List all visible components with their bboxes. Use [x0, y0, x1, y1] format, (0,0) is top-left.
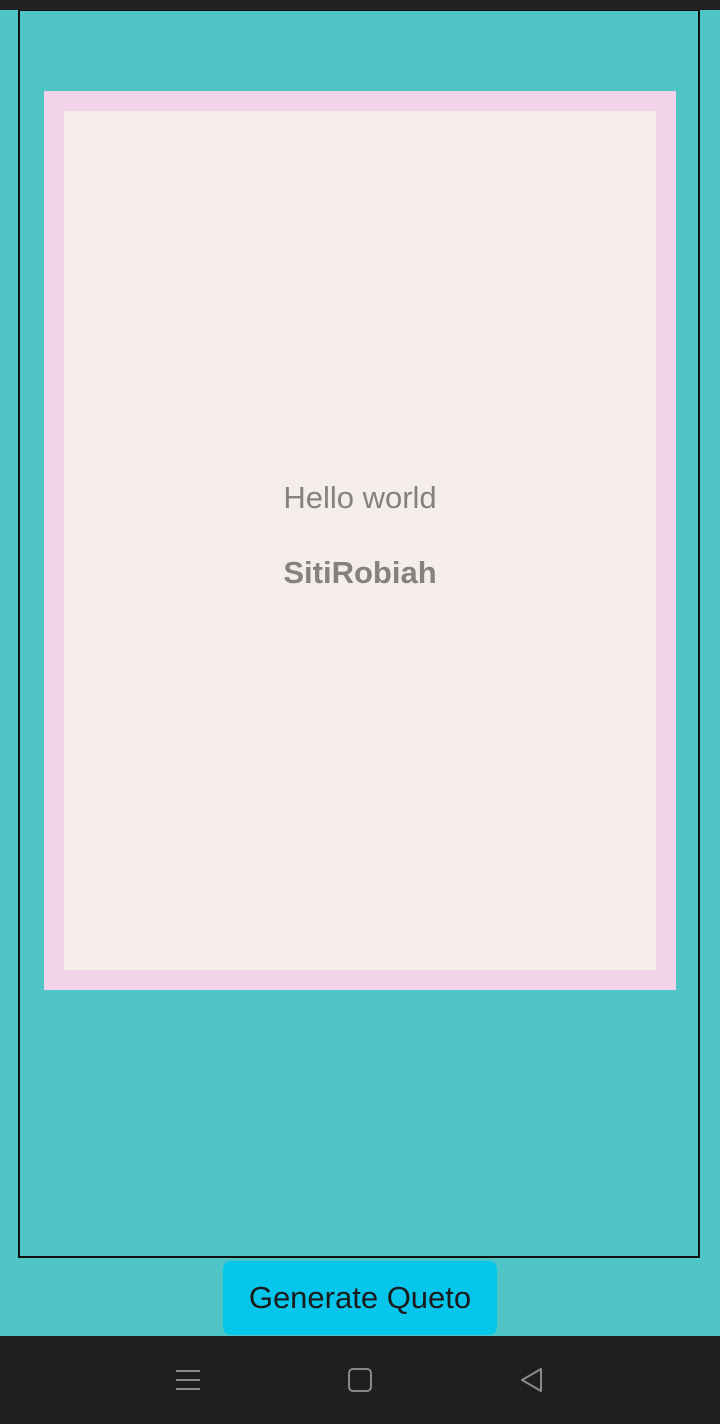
quote-card: Hello world SitiRobiah: [44, 91, 676, 990]
generate-quote-button[interactable]: Generate Queto: [223, 1261, 497, 1335]
home-icon: [348, 1368, 372, 1392]
back-icon: [521, 1368, 542, 1392]
nav-back-button[interactable]: [512, 1364, 552, 1396]
nav-home-button[interactable]: [340, 1364, 380, 1396]
system-navigation-bar: [0, 1336, 720, 1424]
quote-author: SitiRobiah: [283, 555, 437, 590]
nav-menu-button[interactable]: [168, 1364, 208, 1396]
quote-text: Hello world: [283, 480, 437, 515]
menu-icon: [176, 1370, 200, 1390]
quote-card-content: Hello world SitiRobiah: [64, 111, 656, 970]
status-bar: [0, 0, 720, 10]
